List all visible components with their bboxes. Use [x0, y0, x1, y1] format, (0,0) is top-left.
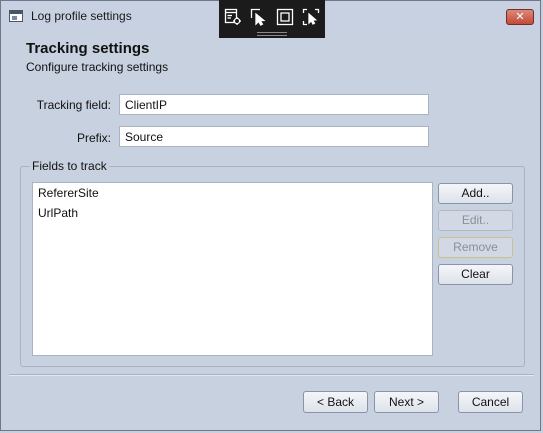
drag-handle[interactable] [257, 32, 287, 36]
frame-icon[interactable] [276, 8, 294, 26]
list-item[interactable]: UrlPath [33, 203, 432, 223]
cancel-button[interactable]: Cancel [458, 391, 523, 413]
tracking-field-label: Tracking field: [36, 98, 111, 112]
select-element-icon[interactable] [250, 8, 268, 26]
next-button[interactable]: Next > [374, 391, 439, 413]
clear-button[interactable]: Clear [438, 264, 513, 285]
app-window-icon [9, 10, 23, 22]
screenshot-cursor-icon[interactable] [302, 8, 320, 26]
window-title: Log profile settings [31, 9, 132, 23]
prefix-label: Prefix: [76, 131, 111, 145]
tracking-field-input[interactable] [119, 94, 429, 115]
close-button[interactable]: ✕ [506, 9, 534, 25]
page-title: Tracking settings [26, 40, 150, 57]
page-subtitle: Configure tracking settings [26, 60, 169, 74]
fields-to-track-label: Fields to track [30, 159, 109, 173]
footer-divider [9, 374, 534, 376]
list-item[interactable]: RefererSite [33, 183, 432, 203]
add-button[interactable]: Add.. [438, 183, 513, 204]
remove-button[interactable]: Remove [438, 237, 513, 258]
back-button[interactable]: < Back [303, 391, 368, 413]
prefix-input[interactable] [119, 126, 429, 147]
dialog-window: Log profile settings ✕ Tracking settings… [0, 0, 541, 431]
app-settings-icon[interactable] [224, 8, 242, 26]
inspector-toolbar [219, 0, 325, 38]
fields-list[interactable]: RefererSite UrlPath [32, 182, 433, 356]
edit-button[interactable]: Edit.. [438, 210, 513, 231]
